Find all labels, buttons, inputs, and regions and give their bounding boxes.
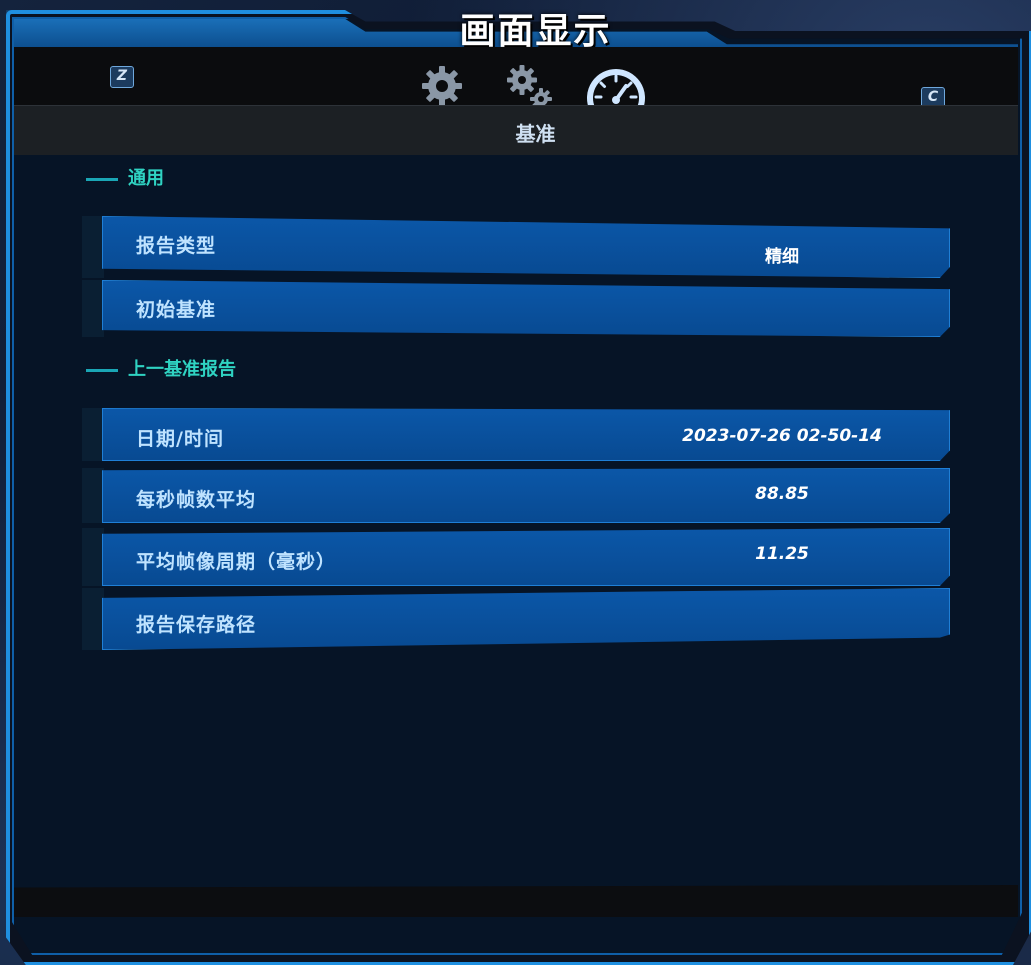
report-value: 11.25 <box>755 544 809 564</box>
row-shade <box>82 216 104 278</box>
row-shade <box>82 588 104 650</box>
report-row-avg-frame-time: 平均帧像周期（毫秒） 11.25 <box>82 528 950 586</box>
report-value: 2023-07-26 02-50-14 <box>682 426 882 446</box>
row-shade <box>82 468 104 523</box>
report-row-datetime: 日期/时间 2023-07-26 02-50-14 <box>82 408 950 461</box>
report-label: 每秒帧数平均 <box>136 489 257 511</box>
row-shade <box>82 528 104 586</box>
gear-icon <box>422 66 462 106</box>
setting-label: 初始基准 <box>136 299 217 321</box>
row-shade <box>82 280 104 337</box>
report-label: 日期/时间 <box>136 428 224 450</box>
group-header-last-report: 上一基准报告 <box>86 358 236 382</box>
row-shade <box>82 408 104 461</box>
bottom-strip <box>14 885 1018 917</box>
group-header-general: 通用 <box>86 167 164 191</box>
setting-value[interactable]: 精细 <box>702 242 862 267</box>
group-header-dash <box>86 177 118 181</box>
setting-row-initial-benchmark[interactable]: 初始基准 <box>82 280 950 337</box>
screen: 画面显示 Z C 基准 通用 报告类型 精细 初始基准 上一基准报告 日期/时间… <box>0 0 1031 965</box>
report-row-save-path: 报告保存路径 <box>82 588 950 650</box>
setting-label: 报告类型 <box>136 235 217 257</box>
group-header-label: 通用 <box>128 168 164 189</box>
section-title: 基准 <box>515 122 556 146</box>
group-header-label: 上一基准报告 <box>128 359 236 380</box>
row-panel <box>102 280 950 337</box>
setting-row-report-type[interactable]: 报告类型 精细 <box>82 216 950 278</box>
report-label: 平均帧像周期（毫秒） <box>136 551 337 573</box>
report-label: 报告保存路径 <box>136 614 257 636</box>
group-header-dash <box>86 368 118 372</box>
report-value: 88.85 <box>755 484 809 504</box>
prev-tab-key-badge[interactable]: Z <box>110 66 134 88</box>
report-row-avg-fps: 每秒帧数平均 88.85 <box>82 468 950 523</box>
